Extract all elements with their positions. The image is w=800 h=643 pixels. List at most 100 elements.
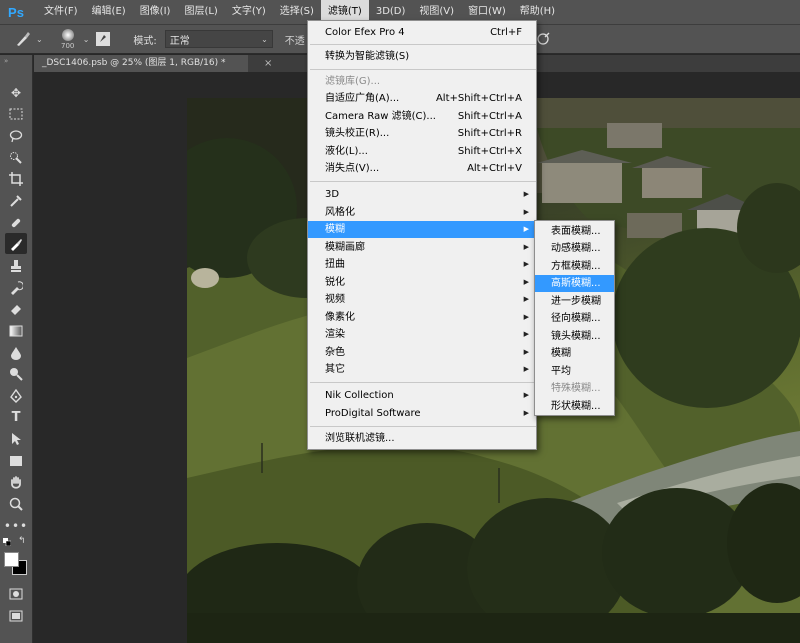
submenu-arrow-icon: ▶	[523, 243, 529, 251]
submenu-item-average[interactable]: 平均	[535, 363, 614, 380]
menu-file[interactable]: 文件(F)	[37, 0, 85, 24]
brush-picker-chevron-icon[interactable]: ⌄	[83, 35, 90, 44]
submenu-arrow-icon: ▶	[523, 391, 529, 399]
swap-colors-icon[interactable]: ↰	[18, 536, 26, 546]
menu-layer[interactable]: 图层(L)	[177, 0, 224, 24]
menu-item-3d[interactable]: 3D ▶	[308, 186, 536, 203]
submenu-item-smart-blur: 特殊模糊...	[551, 383, 601, 394]
menu-item-video[interactable]: 视频 ▶	[308, 291, 536, 308]
submenu-item-radial-blur[interactable]: 径向模糊...	[535, 310, 614, 327]
eraser-tool-icon[interactable]	[5, 298, 27, 319]
path-selection-tool-icon[interactable]	[5, 428, 27, 449]
menu-item-label: 其它	[325, 364, 345, 375]
submenu-item-blur[interactable]: 模糊	[535, 345, 614, 362]
brush-tool-icon[interactable]	[5, 233, 27, 254]
shortcut-label: Alt+Ctrl+V	[467, 163, 522, 174]
default-colors-icon[interactable]	[3, 538, 12, 547]
submenu-item-shape-blur[interactable]: 形状模糊...	[535, 398, 614, 415]
mode-select[interactable]: 正常 ⌄	[164, 30, 273, 48]
brush-size-value: 700	[61, 41, 75, 50]
menu-item-nik-collection[interactable]: Nik Collection ▶	[308, 387, 536, 404]
menu-item-label: 液化(L)...	[325, 146, 368, 157]
submenu-item-gaussian-blur[interactable]: 高斯模糊...	[535, 275, 614, 292]
menu-item-other[interactable]: 其它 ▶	[308, 361, 536, 378]
menu-item-render[interactable]: 渲染 ▶	[308, 326, 536, 343]
submenu-arrow-icon: ▶	[523, 313, 529, 321]
history-brush-tool-icon[interactable]	[5, 277, 27, 298]
menu-item-label: 消失点(V)...	[325, 163, 380, 174]
menu-item-label: 渲染	[325, 329, 345, 340]
gradient-tool-icon[interactable]	[5, 320, 27, 341]
menu-item-pixelate[interactable]: 像素化 ▶	[308, 309, 536, 326]
menu-item-sharpen[interactable]: 锐化 ▶	[308, 274, 536, 291]
foreground-color-swatch[interactable]	[4, 552, 19, 567]
hand-tool-icon[interactable]	[5, 472, 27, 493]
brush-panel-toggle-icon[interactable]	[95, 31, 111, 47]
dodge-tool-icon[interactable]	[5, 363, 27, 384]
menu-item-camera-raw-filter[interactable]: Camera Raw 滤镜(C)... Shift+Ctrl+A	[308, 108, 536, 125]
quick-mask-icon[interactable]	[5, 583, 27, 604]
menu-item-blur[interactable]: 模糊 ▶	[308, 221, 536, 238]
menu-item-convert-smart-filters[interactable]: 转换为智能滤镜(S)	[308, 48, 536, 65]
more-tools-icon[interactable]: •••	[4, 515, 27, 536]
eyedropper-tool-icon[interactable]	[5, 190, 27, 211]
menu-edit[interactable]: 编辑(E)	[85, 0, 133, 24]
submenu-arrow-icon: ▶	[523, 330, 529, 338]
shortcut-label: Shift+Ctrl+R	[457, 128, 522, 139]
menu-item-adaptive-wide-angle[interactable]: 自适应广角(A)... Alt+Shift+Ctrl+A	[308, 90, 536, 107]
shortcut-label: Ctrl+F	[490, 27, 522, 38]
move-tool-icon[interactable]: ✥	[5, 82, 27, 103]
pen-tool-icon[interactable]	[5, 385, 27, 406]
menu-item-stylize[interactable]: 风格化 ▶	[308, 204, 536, 221]
preset-dropdown-chevron-icon[interactable]: ⌄	[36, 35, 43, 44]
menu-separator	[310, 44, 536, 45]
menu-item-browse-filters-online[interactable]: 浏览联机滤镜...	[308, 430, 536, 447]
shortcut-label: Alt+Shift+Ctrl+A	[435, 93, 522, 104]
menu-item-label: 像素化	[325, 312, 355, 323]
menu-item-label: 扭曲	[325, 259, 345, 270]
menu-item-blur-gallery[interactable]: 模糊画廊 ▶	[308, 239, 536, 256]
menu-item-noise[interactable]: 杂色 ▶	[308, 344, 536, 361]
menu-item-label: 自适应广角(A)...	[325, 93, 400, 104]
menu-item-label: Camera Raw 滤镜(C)...	[325, 111, 436, 122]
menu-item-vanishing-point[interactable]: 消失点(V)... Alt+Ctrl+V	[308, 160, 536, 177]
submenu-item-lens-blur[interactable]: 镜头模糊...	[535, 328, 614, 345]
submenu-arrow-icon: ▶	[523, 409, 529, 417]
rectangle-tool-icon[interactable]	[5, 450, 27, 471]
mode-label: 模式:	[133, 35, 157, 47]
clone-stamp-tool-icon[interactable]	[5, 255, 27, 276]
menu-item-prodigital-software[interactable]: ProDigital Software ▶	[308, 405, 536, 422]
menu-item-lens-correction[interactable]: 镜头校正(R)... Shift+Ctrl+R	[308, 125, 536, 142]
brush-picker[interactable]: 700	[57, 28, 79, 50]
menu-item-label: Nik Collection	[325, 390, 394, 401]
submenu-item-box-blur[interactable]: 方框模糊...	[535, 258, 614, 275]
quick-selection-tool-icon[interactable]	[5, 147, 27, 168]
document-tab[interactable]: _DSC1406.psb @ 25% (图层 1, RGB/16) *	[34, 55, 248, 72]
submenu-arrow-icon: ▶	[523, 278, 529, 286]
screen-mode-icon[interactable]	[5, 605, 27, 626]
blur-tool-icon[interactable]	[5, 342, 27, 363]
menu-item-label: 杂色	[325, 347, 345, 358]
marquee-tool-icon[interactable]	[5, 103, 27, 124]
brush-tool-preset-icon[interactable]	[12, 28, 34, 50]
healing-brush-tool-icon[interactable]	[5, 212, 27, 233]
zoom-tool-icon[interactable]	[5, 493, 27, 514]
menu-image[interactable]: 图像(I)	[133, 0, 178, 24]
submenu-item-motion-blur[interactable]: 动感模糊...	[535, 240, 614, 257]
toolbar-collapse-icon[interactable]: »	[4, 57, 8, 65]
submenu-arrow-icon: ▶	[523, 348, 529, 356]
crop-tool-icon[interactable]	[5, 168, 27, 189]
menu-item-distort[interactable]: 扭曲 ▶	[308, 256, 536, 273]
menu-item-label: 锐化	[325, 277, 345, 288]
type-tool-icon[interactable]: T	[5, 407, 27, 428]
close-icon[interactable]: ×	[264, 55, 272, 72]
menu-item-liquify[interactable]: 液化(L)... Shift+Ctrl+X	[308, 143, 536, 160]
menu-item-label: Color Efex Pro 4	[325, 27, 405, 38]
lasso-tool-icon[interactable]	[5, 125, 27, 146]
menu-item-last-filter[interactable]: Color Efex Pro 4 Ctrl+F	[308, 24, 536, 41]
menu-item-label: 模糊画廊	[325, 242, 365, 253]
menu-type[interactable]: 文字(Y)	[225, 0, 273, 24]
submenu-item-blur-more[interactable]: 进一步模糊	[535, 293, 614, 310]
pressure-size-icon[interactable]	[537, 31, 551, 45]
submenu-item-surface-blur[interactable]: 表面模糊...	[535, 223, 614, 240]
